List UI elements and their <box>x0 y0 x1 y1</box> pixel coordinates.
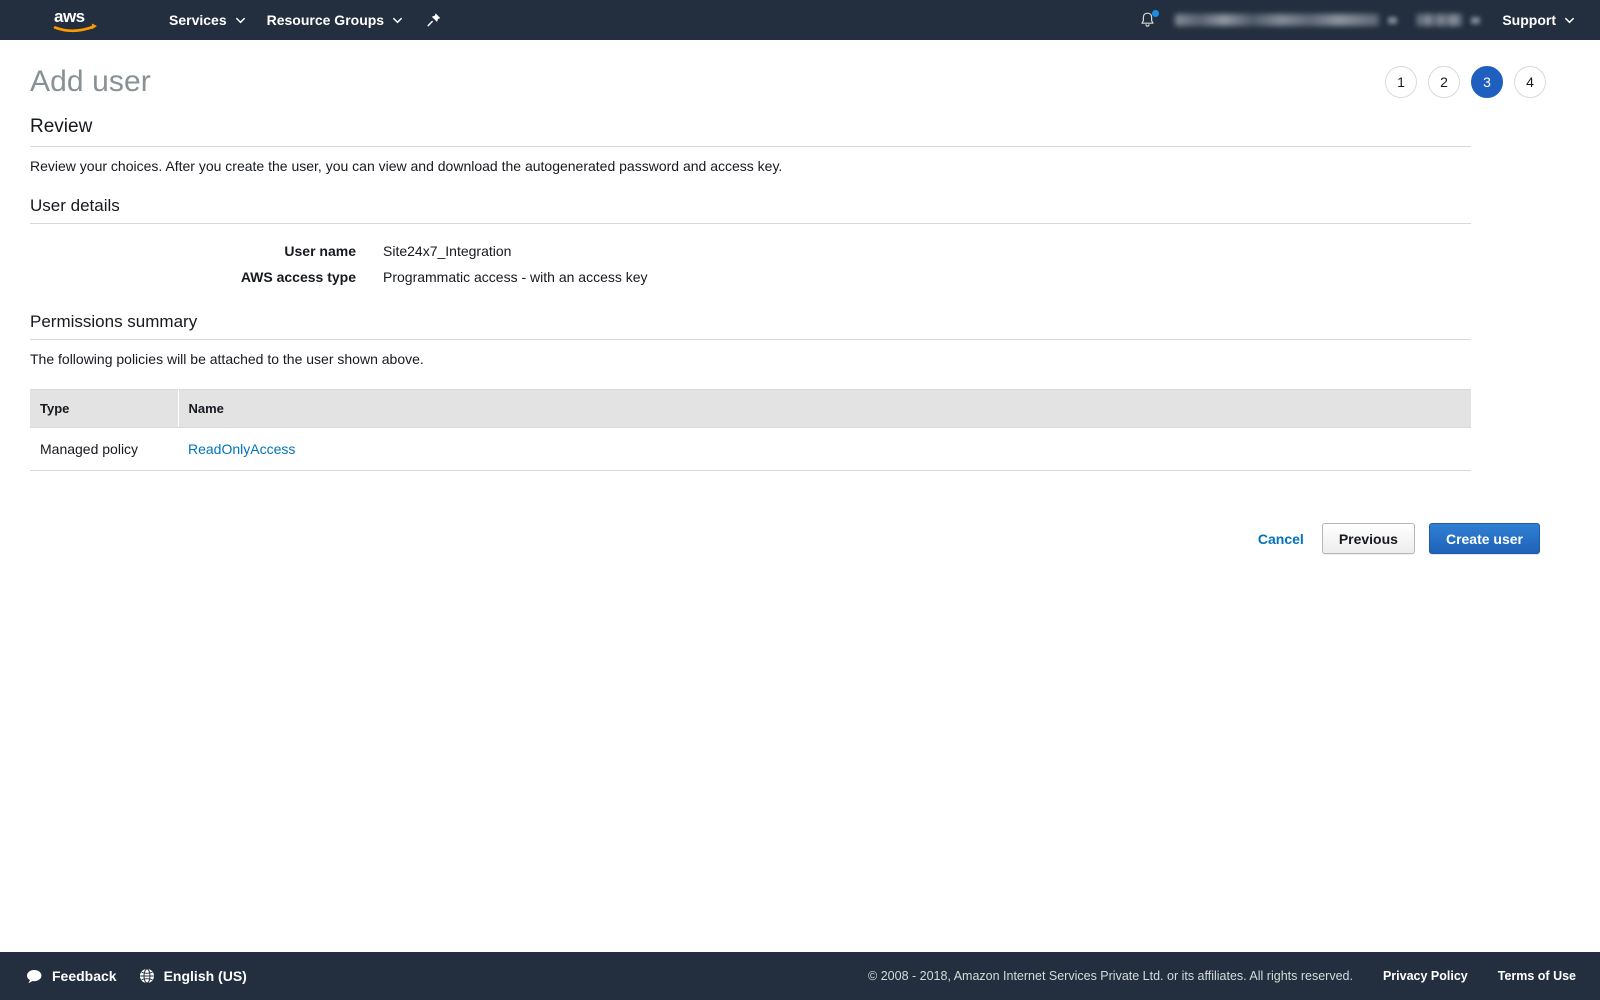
nav-support-menu[interactable]: Support <box>1490 0 1586 40</box>
table-row: Managed policy ReadOnlyAccess <box>30 428 1471 471</box>
permissions-description: The following policies will be attached … <box>30 340 1570 367</box>
notifications-button[interactable] <box>1129 0 1165 40</box>
review-heading: Review <box>30 116 1570 146</box>
copyright-text: © 2008 - 2018, Amazon Internet Services … <box>868 969 1353 983</box>
policy-name-cell: ReadOnlyAccess <box>178 428 1471 471</box>
chevron-down-icon <box>1565 16 1574 25</box>
cancel-button[interactable]: Cancel <box>1254 525 1308 553</box>
nav-resource-groups-label: Resource Groups <box>267 12 384 28</box>
detail-row: AWS access type Programmatic access - wi… <box>30 264 1570 290</box>
permissions-summary-heading: Permissions summary <box>30 290 1570 339</box>
privacy-policy-link[interactable]: Privacy Policy <box>1383 969 1468 983</box>
wizard-step-3[interactable]: 3 <box>1471 66 1503 98</box>
table-header-row: Type Name <box>30 390 1471 428</box>
user-details-heading: User details <box>30 174 1570 223</box>
top-navigation-bar: aws Services Resource Groups <box>0 0 1600 40</box>
nav-right-group: Support <box>1129 0 1600 40</box>
wizard-step-2[interactable]: 2 <box>1428 66 1460 98</box>
account-name-redacted <box>1175 14 1379 26</box>
column-header-name[interactable]: Name <box>178 390 1471 428</box>
region-name-redacted <box>1417 14 1462 26</box>
review-description: Review your choices. After you create th… <box>30 147 1570 174</box>
wizard-step-indicator: 1 2 3 4 <box>1385 66 1570 98</box>
globe-icon <box>139 968 155 984</box>
column-header-type[interactable]: Type <box>30 390 178 428</box>
create-user-button[interactable]: Create user <box>1429 523 1540 554</box>
policy-type-cell: Managed policy <box>30 428 178 471</box>
detail-row: User name Site24x7_Integration <box>30 238 1570 264</box>
nav-services-label: Services <box>169 12 227 28</box>
main-content: Review Review your choices. After you cr… <box>0 116 1600 554</box>
terms-of-use-link[interactable]: Terms of Use <box>1498 969 1576 983</box>
feedback-button[interactable]: Feedback <box>26 968 117 984</box>
svg-text:aws: aws <box>54 7 85 26</box>
nav-region-menu[interactable] <box>1407 0 1490 40</box>
page-footer: Feedback English (US) © 2008 - 2018, Ama… <box>0 952 1600 1000</box>
wizard-step-4[interactable]: 4 <box>1514 66 1546 98</box>
pin-shortcut-button[interactable] <box>413 0 455 40</box>
policies-table: Type Name Managed policy ReadOnlyAccess <box>30 389 1471 471</box>
nav-support-label: Support <box>1502 12 1556 28</box>
footer-right-group: © 2008 - 2018, Amazon Internet Services … <box>868 969 1600 983</box>
nav-resource-groups-menu[interactable]: Resource Groups <box>256 0 413 40</box>
previous-button[interactable]: Previous <box>1322 523 1415 554</box>
aws-logo-icon[interactable]: aws <box>52 7 110 33</box>
page-title: Add user <box>30 65 151 99</box>
page-header: Add user 1 2 3 4 <box>0 48 1600 116</box>
pushpin-icon <box>426 12 442 28</box>
user-name-value: Site24x7_Integration <box>383 243 511 259</box>
chevron-down-icon <box>1388 17 1397 24</box>
chevron-down-icon <box>236 16 245 25</box>
wizard-actions: Cancel Previous Create user <box>30 523 1570 554</box>
access-type-value: Programmatic access - with an access key <box>383 269 648 285</box>
nav-account-menu[interactable] <box>1165 0 1407 40</box>
chevron-down-icon <box>1471 17 1480 24</box>
policy-name-link[interactable]: ReadOnlyAccess <box>188 441 295 457</box>
language-label: English (US) <box>164 968 247 984</box>
nav-services-menu[interactable]: Services <box>158 0 256 40</box>
chevron-down-icon <box>393 16 402 25</box>
user-name-label: User name <box>30 243 383 259</box>
wizard-step-1[interactable]: 1 <box>1385 66 1417 98</box>
nav-left-group: aws Services Resource Groups <box>0 0 455 40</box>
feedback-label: Feedback <box>52 968 117 984</box>
access-type-label: AWS access type <box>30 269 383 285</box>
footer-left-group: Feedback English (US) <box>0 968 247 984</box>
language-selector[interactable]: English (US) <box>139 968 247 984</box>
notification-badge-dot <box>1152 10 1159 17</box>
user-details-list: User name Site24x7_Integration AWS acces… <box>30 224 1570 290</box>
speech-bubble-icon <box>26 969 43 984</box>
